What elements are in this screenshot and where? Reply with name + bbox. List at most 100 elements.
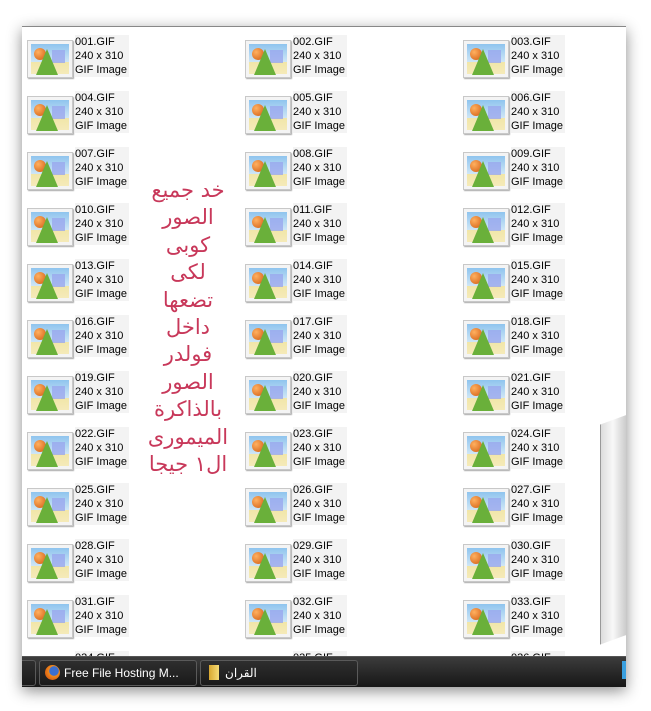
file-list: 001.GIF 240 x 310 GIF Image 002.GIF 240 x 3… — [22, 27, 626, 656]
taskbar-button-folder[interactable]: القران — [200, 660, 358, 686]
image-thumbnail-icon — [27, 208, 73, 246]
image-thumbnail-icon — [463, 600, 509, 638]
file-item[interactable]: 004.GIF 240 x 310 GIF Image — [23, 91, 223, 139]
file-item[interactable]: 020.GIF 240 x 310 GIF Image — [241, 371, 441, 419]
file-dimensions: 240 x 310 — [75, 106, 124, 118]
file-name: 029.GIF — [293, 540, 333, 552]
arabic-instruction-overlay: خد جميع الصور كوبى لكى تضعها داخل فولدر الصور با… — [128, 177, 248, 478]
file-name: 018.GIF — [511, 316, 551, 328]
file-type: GIF Image — [293, 512, 345, 524]
file-item[interactable]: 023.GIF 240 x 310 GIF Image — [241, 427, 441, 475]
image-thumbnail-icon — [245, 40, 291, 78]
file-name: 005.GIF — [293, 92, 333, 104]
file-dimensions: 240 x 310 — [293, 386, 342, 398]
image-thumbnail-icon — [27, 376, 73, 414]
file-type: GIF Image — [75, 456, 127, 468]
file-type: GIF Image — [293, 624, 345, 636]
file-type: GIF Image — [293, 288, 345, 300]
file-type: GIF Image — [511, 64, 563, 76]
file-type: GIF Image — [293, 568, 345, 580]
file-dimensions: 240 x 310 — [511, 330, 560, 342]
file-dimensions: 240 x 310 — [511, 106, 560, 118]
file-type: GIF Image — [75, 232, 127, 244]
taskbar-button-hidden[interactable] — [22, 660, 36, 686]
file-name: 033.GIF — [511, 596, 551, 608]
file-name: 012.GIF — [511, 204, 551, 216]
overlay-line: ال١ جيجا — [148, 452, 228, 477]
file-dimensions: 240 x 310 — [511, 274, 560, 286]
file-dimensions: 240 x 310 — [511, 498, 560, 510]
file-name: 010.GIF — [75, 204, 115, 216]
file-item[interactable]: 021.GIF 240 x 310 GIF Image — [459, 371, 626, 419]
taskbar-label: Free File Hosting M... — [64, 666, 179, 680]
file-item[interactable]: 026.GIF 240 x 310 GIF Image — [241, 483, 441, 531]
image-thumbnail-icon — [245, 544, 291, 582]
file-dimensions: 240 x 310 — [75, 50, 124, 62]
file-item[interactable]: 006.GIF 240 x 310 GIF Image — [459, 91, 626, 139]
firefox-icon — [45, 665, 60, 680]
file-item[interactable]: 015.GIF 240 x 310 GIF Image — [459, 259, 626, 307]
file-dimensions: 240 x 310 — [293, 498, 342, 510]
decorative-3d-object — [600, 413, 626, 645]
file-item[interactable]: 002.GIF 240 x 310 GIF Image — [241, 35, 441, 83]
file-name: 008.GIF — [293, 148, 333, 160]
file-item[interactable]: 029.GIF 240 x 310 GIF Image — [241, 539, 441, 587]
image-thumbnail-icon — [463, 488, 509, 526]
file-item[interactable]: 014.GIF 240 x 310 GIF Image — [241, 259, 441, 307]
image-thumbnail-icon — [245, 264, 291, 302]
file-dimensions: 240 x 310 — [293, 218, 342, 230]
file-item[interactable]: 011.GIF 240 x 310 GIF Image — [241, 203, 441, 251]
file-dimensions: 240 x 310 — [293, 106, 342, 118]
file-name: 031.GIF — [75, 596, 115, 608]
file-type: GIF Image — [293, 64, 345, 76]
file-name: 011.GIF — [293, 204, 332, 216]
file-item[interactable]: 025.GIF 240 x 310 GIF Image — [23, 483, 223, 531]
file-item[interactable]: 003.GIF 240 x 310 GIF Image — [459, 35, 626, 83]
file-item[interactable]: 018.GIF 240 x 310 GIF Image — [459, 315, 626, 363]
file-name: 004.GIF — [75, 92, 115, 104]
file-item[interactable]: 012.GIF 240 x 310 GIF Image — [459, 203, 626, 251]
taskbar-button-firefox[interactable]: Free File Hosting M... — [39, 660, 197, 686]
file-dimensions: 240 x 310 — [293, 330, 342, 342]
image-thumbnail-icon — [463, 432, 509, 470]
file-dimensions: 240 x 310 — [293, 610, 342, 622]
image-thumbnail-icon — [463, 152, 509, 190]
overlay-line: كوبى — [165, 232, 211, 257]
file-name: 021.GIF — [511, 372, 551, 384]
image-thumbnail-icon — [463, 376, 509, 414]
image-thumbnail-icon — [463, 544, 509, 582]
image-thumbnail-icon — [245, 320, 291, 358]
file-item[interactable]: 028.GIF 240 x 310 GIF Image — [23, 539, 223, 587]
image-thumbnail-icon — [245, 208, 291, 246]
file-name: 030.GIF — [511, 540, 551, 552]
file-dimensions: 240 x 310 — [75, 330, 124, 342]
file-item[interactable]: 008.GIF 240 x 310 GIF Image — [241, 147, 441, 195]
file-dimensions: 240 x 310 — [293, 442, 342, 454]
file-dimensions: 240 x 310 — [75, 386, 124, 398]
file-item[interactable]: 005.GIF 240 x 310 GIF Image — [241, 91, 441, 139]
image-thumbnail-icon — [463, 208, 509, 246]
file-type: GIF Image — [293, 344, 345, 356]
file-item[interactable]: 009.GIF 240 x 310 GIF Image — [459, 147, 626, 195]
file-type: GIF Image — [511, 512, 563, 524]
file-item[interactable]: 017.GIF 240 x 310 GIF Image — [241, 315, 441, 363]
file-type: GIF Image — [293, 120, 345, 132]
file-name: 006.GIF — [511, 92, 551, 104]
image-thumbnail-icon — [27, 432, 73, 470]
file-type: GIF Image — [511, 568, 563, 580]
file-item[interactable]: 031.GIF 240 x 310 GIF Image — [23, 595, 223, 643]
tray-item[interactable] — [622, 661, 626, 679]
file-dimensions: 240 x 310 — [293, 274, 342, 286]
file-dimensions: 240 x 310 — [75, 610, 124, 622]
taskbar-label: القران — [225, 666, 257, 680]
image-thumbnail-icon — [245, 600, 291, 638]
taskbar: Free File Hosting M... القران — [22, 656, 626, 687]
file-name: 022.GIF — [75, 428, 115, 440]
image-thumbnail-icon — [463, 40, 509, 78]
overlay-line: لكى — [170, 260, 206, 285]
file-dimensions: 240 x 310 — [75, 442, 124, 454]
file-item[interactable]: 032.GIF 240 x 310 GIF Image — [241, 595, 441, 643]
overlay-line: داخل — [165, 315, 211, 340]
file-type: GIF Image — [511, 456, 563, 468]
file-item[interactable]: 001.GIF 240 x 310 GIF Image — [23, 35, 223, 83]
